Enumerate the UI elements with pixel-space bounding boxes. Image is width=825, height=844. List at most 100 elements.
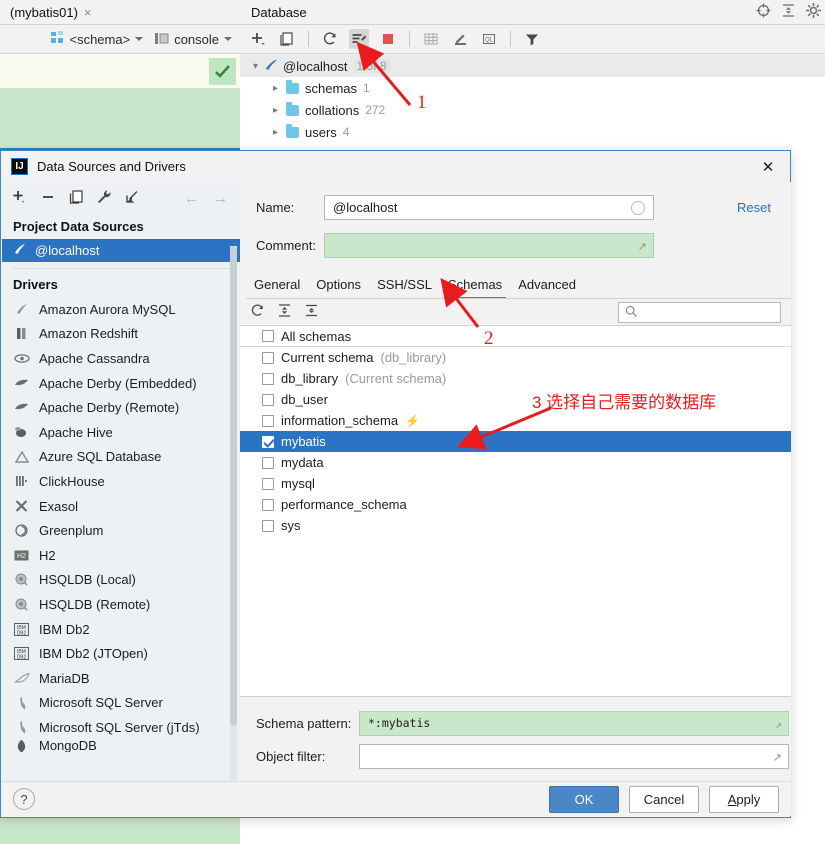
schema-note: (Current schema) xyxy=(345,371,447,386)
mongodb-icon xyxy=(13,739,30,752)
tab-schemas[interactable]: Schemas xyxy=(440,273,510,299)
schema-row-mydata[interactable]: mydata xyxy=(240,452,791,473)
driver-item[interactable]: ClickHouse xyxy=(2,469,240,494)
driver-item[interactable]: IBM DB2 IBM Db2 (JTOpen) xyxy=(2,641,240,666)
tree-row[interactable]: ▸ users 4 xyxy=(240,121,825,143)
chevron-right-icon[interactable]: ▸ xyxy=(269,105,282,116)
tree-row[interactable]: ▸ schemas 1 xyxy=(240,77,825,99)
schema-row-mybatis[interactable]: mybatis xyxy=(240,431,791,452)
schema-row-db-library[interactable]: db_library (Current schema) xyxy=(240,368,791,389)
locate-icon[interactable] xyxy=(756,3,771,21)
driver-item[interactable]: H2 H2 xyxy=(2,543,240,568)
checkbox[interactable] xyxy=(262,372,274,385)
collapse-all-icon[interactable] xyxy=(781,3,796,21)
checkbox[interactable] xyxy=(262,351,274,364)
run-configuration-icon[interactable] xyxy=(349,29,369,49)
drivers-scrollbar-thumb[interactable] xyxy=(230,246,237,726)
expand-icon[interactable]: ↗ xyxy=(775,718,782,731)
name-field[interactable]: @localhost xyxy=(324,194,654,220)
cancel-button[interactable]: Cancel xyxy=(629,785,699,813)
schema-row-db-user[interactable]: db_user xyxy=(240,389,791,410)
driver-item[interactable]: Amazon Aurora MySQL xyxy=(2,297,240,322)
driver-item[interactable]: HSQLDB (Remote) xyxy=(2,592,240,617)
table-icon[interactable] xyxy=(421,29,441,49)
tab-options[interactable]: Options xyxy=(308,273,369,299)
driver-item[interactable]: HSQLDB (Local) xyxy=(2,568,240,593)
checkbox[interactable] xyxy=(262,477,274,490)
editor-tab-mybatis01[interactable]: (mybatis01) × xyxy=(0,0,100,25)
schema-row-information-schema[interactable]: information_schema ⚡ xyxy=(240,410,791,431)
chevron-right-icon[interactable]: ▸ xyxy=(269,83,282,94)
driver-item[interactable]: Amazon Redshift xyxy=(2,322,240,347)
console-selector[interactable]: console xyxy=(155,32,232,47)
checkbox[interactable] xyxy=(262,456,274,469)
close-icon[interactable]: ✕ xyxy=(758,157,778,177)
duplicate-icon[interactable] xyxy=(68,189,84,208)
tab-advanced[interactable]: Advanced xyxy=(510,273,584,299)
chevron-right-icon[interactable]: ▸ xyxy=(269,127,282,138)
schema-row-sys[interactable]: sys xyxy=(240,515,791,536)
checkbox[interactable] xyxy=(262,330,274,342)
dialog-buttons: OK Cancel Apply xyxy=(549,785,791,813)
schema-row-all[interactable]: All schemas xyxy=(240,326,791,347)
import-icon[interactable] xyxy=(124,189,140,208)
driver-item[interactable]: Exasol xyxy=(2,494,240,519)
help-button[interactable]: ? xyxy=(13,788,35,810)
remove-icon[interactable] xyxy=(40,189,56,208)
checkbox[interactable] xyxy=(262,435,274,448)
driver-item[interactable]: Apache Derby (Embedded) xyxy=(2,371,240,396)
expand-icon[interactable]: ↗ xyxy=(773,751,782,764)
close-icon[interactable]: × xyxy=(84,6,92,19)
driver-item[interactable]: Microsoft SQL Server (jTds) xyxy=(2,715,240,740)
collapse-all-icon[interactable] xyxy=(304,303,319,321)
expand-all-icon[interactable] xyxy=(277,303,292,321)
filter-icon[interactable] xyxy=(522,29,542,49)
driver-item[interactable]: Apache Derby (Remote) xyxy=(2,395,240,420)
apply-button[interactable]: Apply xyxy=(709,785,779,813)
object-filter-field[interactable]: ↗ xyxy=(359,743,789,769)
schema-selector[interactable]: <schema> xyxy=(51,31,144,47)
checkbox[interactable] xyxy=(262,498,274,511)
ok-button[interactable]: OK xyxy=(549,785,619,813)
data-source-item-localhost[interactable]: @localhost xyxy=(2,239,240,262)
schema-pattern-field[interactable]: *:mybatis ↗ xyxy=(359,710,789,736)
tree-row[interactable]: ▸ collations 272 xyxy=(240,99,825,121)
tab-ssh-ssl[interactable]: SSH/SSL xyxy=(369,273,440,299)
add-icon[interactable] xyxy=(12,189,28,208)
driver-item[interactable]: Microsoft SQL Server xyxy=(2,691,240,716)
schema-row-current[interactable]: Current schema (db_library) xyxy=(240,347,791,368)
status-indicator-icon xyxy=(631,200,645,215)
expand-icon[interactable]: ↗ xyxy=(638,240,647,253)
comment-field[interactable]: ↗ xyxy=(324,232,654,258)
driver-item[interactable]: IBM DB2 IBM Db2 xyxy=(2,617,240,642)
driver-item[interactable]: Greenplum xyxy=(2,518,240,543)
refresh-icon[interactable] xyxy=(320,29,340,49)
checkbox[interactable] xyxy=(262,393,274,406)
nav-back-icon[interactable]: ← xyxy=(184,190,199,207)
editor-query-line[interactable] xyxy=(0,55,240,88)
driver-item[interactable]: MongoDB xyxy=(2,739,240,752)
search-input[interactable] xyxy=(618,302,781,323)
tab-general[interactable]: General xyxy=(246,273,308,299)
wrench-icon[interactable] xyxy=(96,189,112,208)
add-icon[interactable] xyxy=(248,29,268,49)
nav-forward-icon[interactable]: → xyxy=(213,190,228,207)
schema-row-performance-schema[interactable]: performance_schema xyxy=(240,494,791,515)
tree-row[interactable]: ▾ @localhost 1 of 8 xyxy=(240,55,825,77)
schema-row-mysql[interactable]: mysql xyxy=(240,473,791,494)
driver-item[interactable]: Azure SQL Database xyxy=(2,445,240,470)
checkbox[interactable] xyxy=(262,519,274,532)
checkbox[interactable] xyxy=(262,414,274,427)
settings-gear-icon[interactable] xyxy=(806,3,821,21)
driver-item[interactable]: MariaDB xyxy=(2,666,240,691)
edit-icon[interactable] xyxy=(450,29,470,49)
refresh-icon[interactable] xyxy=(250,303,265,321)
driver-item[interactable]: Apache Hive xyxy=(2,420,240,445)
reset-link[interactable]: Reset xyxy=(737,200,771,215)
stop-icon[interactable] xyxy=(378,29,398,49)
query-console-icon[interactable]: QL xyxy=(479,29,499,49)
duplicate-icon[interactable] xyxy=(277,29,297,49)
driver-item[interactable]: Apache Cassandra xyxy=(2,346,240,371)
schema-toolbar xyxy=(240,299,791,326)
chevron-down-icon[interactable]: ▾ xyxy=(249,61,262,72)
